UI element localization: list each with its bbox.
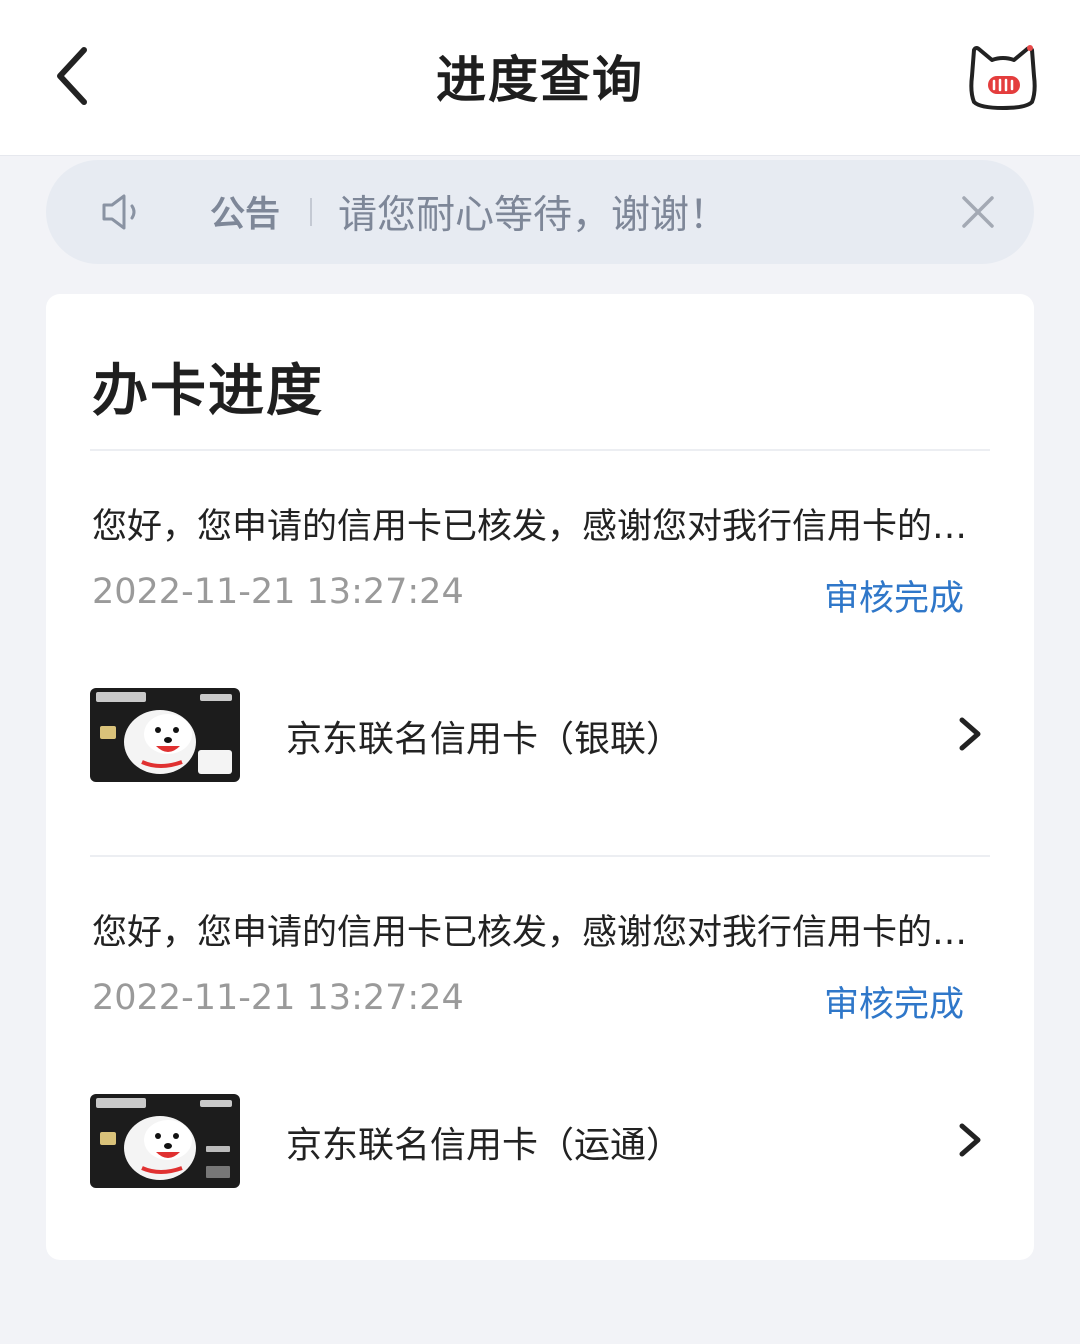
status-badge: 审核完成: [823, 579, 964, 619]
card-product-name: 京东联名信用卡（银联）: [286, 719, 683, 760]
cat-assistant-icon: [969, 45, 1037, 110]
page-title: 进度查询: [436, 51, 644, 109]
application-time: 2022-11-21 13:27:24: [92, 978, 464, 1018]
section-title: 办卡进度: [92, 359, 324, 424]
notice-close-button[interactable]: [956, 190, 1000, 234]
assistant-button[interactable]: [966, 42, 1040, 112]
application-message: 您好，您申请的信用卡已核发，感谢您对我行信用卡的支持！: [92, 507, 982, 547]
card-progress-panel: 办卡进度 您好，您申请的信用卡已核发，感谢您对我行信用卡的支持！ 2022-11…: [46, 294, 1034, 1260]
chevron-right-icon: [959, 1123, 981, 1157]
card-product-row[interactable]: 京东联名信用卡（银联）: [90, 686, 990, 786]
top-nav-bar: 进度查询: [0, 0, 1080, 156]
close-icon: [962, 196, 994, 228]
card-product-row[interactable]: 京东联名信用卡（运通）: [90, 1092, 990, 1192]
notice-bar: 公告 请您耐心等待，谢谢！: [46, 160, 1034, 264]
status-badge: 审核完成: [823, 985, 964, 1025]
chevron-right-icon: [959, 717, 981, 751]
card-thumbnail: [90, 688, 240, 782]
application-time: 2022-11-21 13:27:24: [92, 572, 464, 612]
divider: [90, 449, 990, 451]
speaker-icon: [102, 194, 136, 230]
application-message: 您好，您申请的信用卡已核发，感谢您对我行信用卡的支持！: [92, 913, 982, 953]
notice-label: 公告: [210, 195, 281, 235]
divider: [90, 855, 990, 857]
card-thumbnail: [90, 1094, 240, 1188]
notice-text: 请您耐心等待，谢谢！: [338, 193, 729, 238]
notice-divider: [310, 198, 312, 226]
card-product-name: 京东联名信用卡（运通）: [286, 1125, 683, 1166]
